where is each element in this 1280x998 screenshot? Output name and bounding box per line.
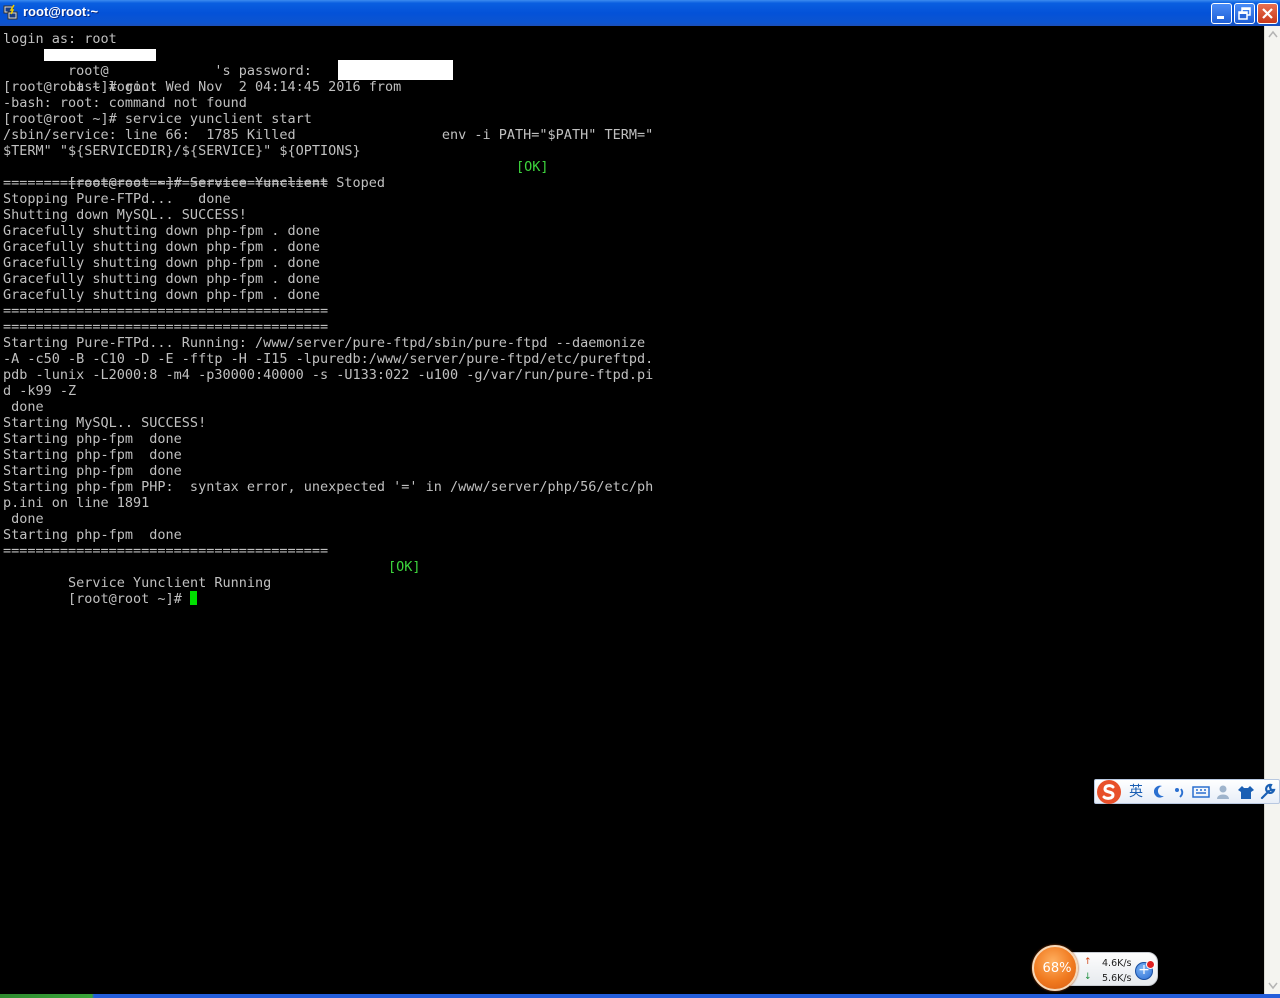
user-icon[interactable]	[1215, 782, 1231, 802]
terminal-line: done	[3, 511, 44, 527]
terminal-line: Gracefully shutting down php-fpm . done	[3, 239, 320, 255]
terminal-line: [root@root ~]# service yunclient start	[3, 111, 312, 127]
scroll-down-arrow-icon[interactable]	[1266, 977, 1280, 993]
putty-icon	[3, 4, 18, 20]
terminal-line: Stopping Pure-FTPd... done	[3, 191, 231, 207]
punctuation-icon[interactable]	[1172, 782, 1186, 802]
terminal-line: [root@root ~]# root	[3, 79, 158, 95]
window-title: root@root:~	[23, 4, 99, 19]
terminal-line: Gracefully shutting down php-fpm . done	[3, 287, 320, 303]
skin-shirt-icon[interactable]	[1237, 782, 1255, 802]
ok-status: [OK]	[388, 559, 421, 575]
terminal-output[interactable]: login as: root root@ 's password: Last l…	[0, 26, 1264, 994]
terminal-line: d -k99 -Z	[3, 383, 77, 399]
taskbar-edge	[0, 994, 1280, 998]
terminal-cursor	[189, 591, 197, 605]
redacted-ip	[338, 60, 453, 80]
restore-button[interactable]	[1234, 3, 1255, 24]
terminal-line: root@ 's password:	[3, 47, 653, 79]
terminal-line: $TERM" "${SERVICEDIR}/${SERVICE}" ${OPTI…	[3, 143, 361, 159]
terminal-line: Starting php-fpm done	[3, 527, 182, 543]
terminal-line: ========================================	[3, 303, 329, 319]
download-speed: 5.6K/s	[1102, 973, 1132, 984]
terminal-line: Last login: Wed Nov 2 04:14:45 2016 from	[3, 60, 653, 95]
ime-toolbar[interactable]: 英	[1094, 779, 1280, 804]
terminal-line: Starting php-fpm done	[3, 447, 182, 463]
terminal-line: Service Yunclient Running [OK]	[3, 559, 653, 591]
shell-prompt: [root@root ~]#	[68, 591, 190, 607]
terminal-line: -A -c50 -B -C10 -D -E -fftp -H -I15 -lpu…	[3, 351, 654, 367]
terminal-line: /sbin/service: line 66: 1785 Killed env …	[3, 127, 654, 143]
minimize-button[interactable]	[1211, 3, 1232, 24]
terminal-window: root@root:~ login as: root root@ 's pass…	[0, 0, 1280, 998]
terminal-line: Gracefully shutting down php-fpm . done	[3, 223, 320, 239]
terminal-line: ========================================	[3, 543, 329, 559]
terminal-line: p.ini on line 1891	[3, 495, 150, 511]
terminal-line: Starting php-fpm done	[3, 431, 182, 447]
terminal-line: Starting MySQL.. SUCCESS!	[3, 415, 207, 431]
terminal-line: Shutting down MySQL.. SUCCESS!	[3, 207, 247, 223]
close-button[interactable]	[1257, 3, 1278, 24]
ime-mode-toggle[interactable]: 英	[1127, 782, 1145, 802]
network-speed-widget[interactable]: 68% ↑ 4.6K/s ↓ 5.6K/s +	[1032, 945, 1158, 993]
terminal-line: Gracefully shutting down php-fpm . done	[3, 271, 320, 287]
upload-arrow-icon: ↑	[1084, 957, 1092, 967]
notification-dot	[1146, 960, 1155, 969]
terminal-line: ========================================	[3, 319, 329, 335]
redacted-host	[44, 49, 156, 61]
close-icon	[1262, 8, 1273, 19]
sogou-logo-icon[interactable]	[1096, 779, 1122, 805]
download-arrow-icon: ↓	[1084, 972, 1092, 982]
terminal-line: login as: root	[3, 31, 117, 47]
upload-speed: 4.6K/s	[1102, 958, 1132, 969]
terminal-line: pdb -lunix -L2000:8 -m4 -p30000:40000 -s…	[3, 367, 654, 383]
memory-usage-ball[interactable]: 68%	[1032, 945, 1078, 991]
terminal-line: Starting php-fpm done	[3, 463, 182, 479]
minimize-icon	[1217, 16, 1224, 19]
terminal-line: Starting php-fpm PHP: syntax error, unex…	[3, 479, 654, 495]
scroll-up-arrow-icon[interactable]	[1266, 27, 1280, 43]
moon-icon[interactable]	[1151, 782, 1167, 802]
ok-status: [OK]	[516, 159, 549, 175]
vertical-scrollbar[interactable]	[1264, 26, 1280, 994]
wrench-icon[interactable]	[1259, 782, 1277, 802]
restore-icon	[1238, 7, 1251, 20]
terminal-prompt-line[interactable]: [root@root ~]#	[3, 575, 653, 607]
terminal-line: Starting Pure-FTPd... Running: /www/serv…	[3, 335, 646, 351]
terminal-line: [root@root ~]# Service Yunclient Stoped …	[3, 159, 653, 191]
terminal-line: ========================================	[3, 175, 329, 191]
terminal-line: Gracefully shutting down php-fpm . done	[3, 255, 320, 271]
terminal-line: -bash: root: command not found	[3, 95, 247, 111]
keyboard-icon[interactable]	[1192, 782, 1210, 802]
title-bar[interactable]: root@root:~	[0, 0, 1280, 26]
usage-percent: 68%	[1042, 961, 1072, 976]
terminal-lines: login as: root root@ 's password: Last l…	[3, 31, 654, 607]
terminal-line: done	[3, 399, 44, 415]
